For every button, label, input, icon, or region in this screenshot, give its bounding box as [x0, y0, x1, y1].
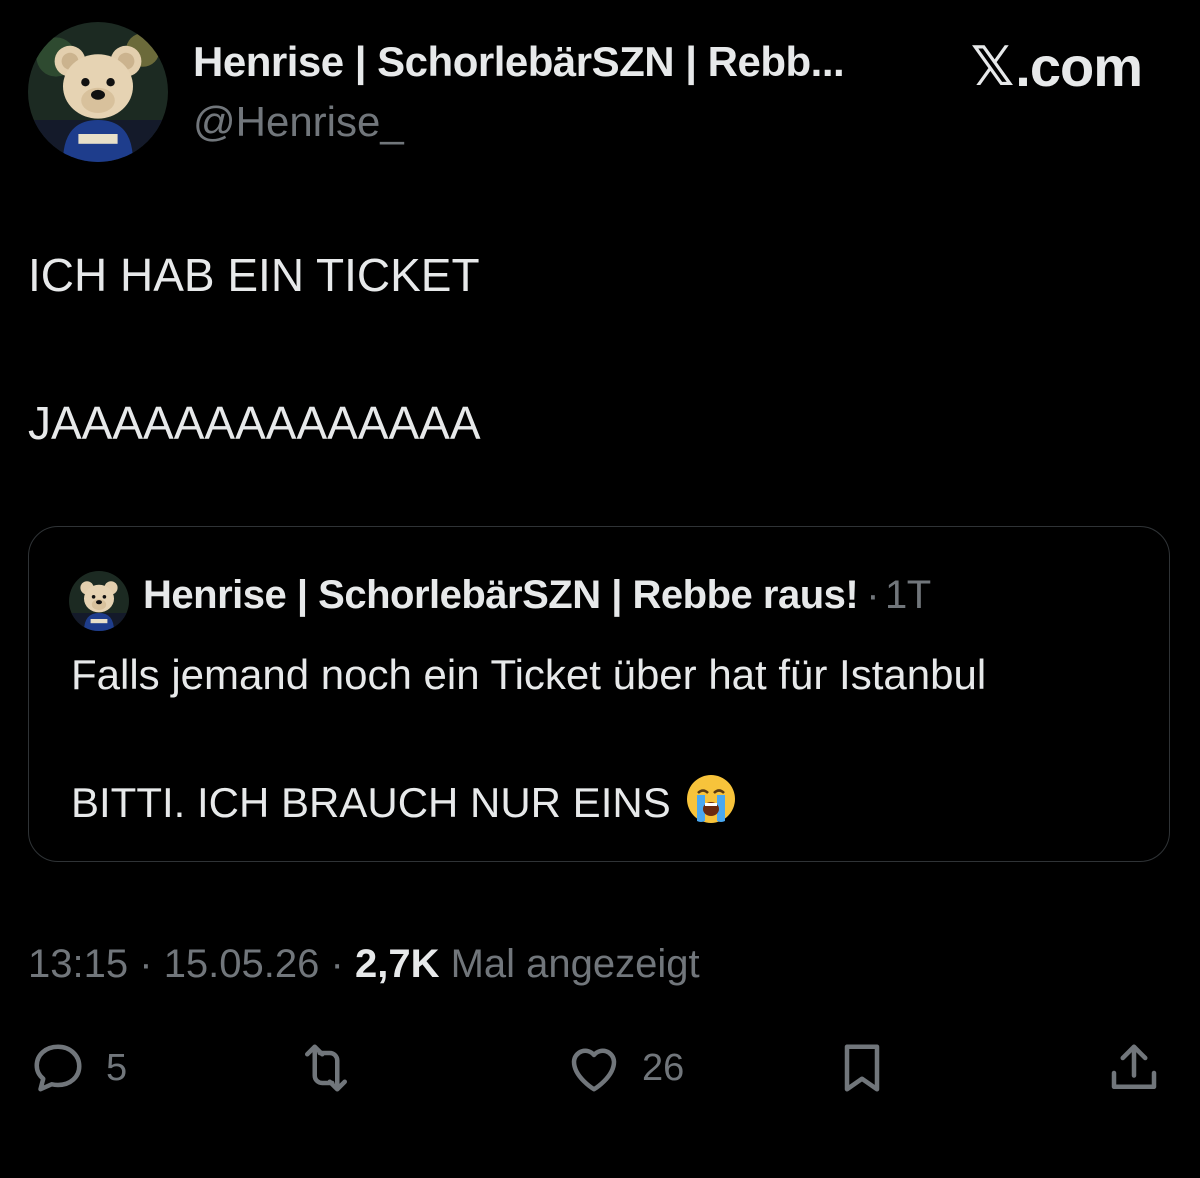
- quoted-author-line: Henrise | SchorlebärSZN | Rebbe raus! · 1T: [143, 573, 931, 618]
- like-icon: [571, 1048, 617, 1092]
- x-logo-brand: 𝕏 .com: [970, 34, 1143, 99]
- author-name[interactable]: Henrise | SchorlebärSZN | Rebb...: [193, 38, 845, 86]
- tweet-text-line: ICH HAB EIN TICKET: [28, 249, 480, 301]
- separator-dot: ·: [139, 942, 153, 986]
- tweet-time[interactable]: 13:15: [28, 942, 128, 986]
- x-logo-icon: 𝕏: [970, 35, 1015, 98]
- reply-count: 5: [106, 1046, 128, 1089]
- quoted-text-line: BITTI. ICH BRAUCH NUR EINS: [71, 779, 671, 826]
- reply-icon: [34, 1044, 82, 1092]
- like-count: 26: [642, 1046, 685, 1089]
- quoted-timestamp: 1T: [885, 573, 931, 617]
- brand-domain: .com: [1015, 35, 1143, 98]
- quoted-author-name: Henrise | SchorlebärSZN | Rebbe raus!: [143, 573, 859, 617]
- tweet-meta: 13:15 · 15.05.26 · 2,7K Mal angezeigt: [28, 942, 700, 987]
- quoted-author-avatar: [69, 571, 129, 631]
- quoted-text-line-with-emoji: BITTI. ICH BRAUCH NUR EINS: [71, 773, 737, 827]
- like-button[interactable]: 26: [564, 1038, 684, 1098]
- quoted-text-line: Falls jemand noch ein Ticket über hat fü…: [71, 651, 987, 698]
- retweet-icon: [305, 1044, 347, 1092]
- reply-button[interactable]: 5: [28, 1038, 127, 1098]
- views-count: 2,7K: [354, 942, 440, 986]
- tweet-text-line: JAAAAAAAAAAAAAA: [28, 397, 481, 449]
- author-avatar[interactable]: [28, 22, 168, 162]
- quoted-tweet-card[interactable]: Henrise | SchorlebärSZN | Rebbe raus! · 1T…: [28, 526, 1170, 862]
- separator-dot: ·: [866, 573, 880, 617]
- share-icon: [1111, 1044, 1157, 1089]
- tweet-date[interactable]: 15.05.26: [164, 942, 320, 986]
- bookmark-button[interactable]: [832, 1038, 892, 1098]
- share-button[interactable]: [1104, 1038, 1164, 1098]
- views-label: Mal angezeigt: [450, 942, 700, 986]
- retweet-button[interactable]: [296, 1038, 356, 1098]
- bookmark-icon: [844, 1044, 880, 1092]
- separator-dot: ·: [330, 942, 344, 986]
- loudly-crying-face-icon: [685, 773, 737, 825]
- author-handle[interactable]: @Henrise_: [193, 98, 404, 146]
